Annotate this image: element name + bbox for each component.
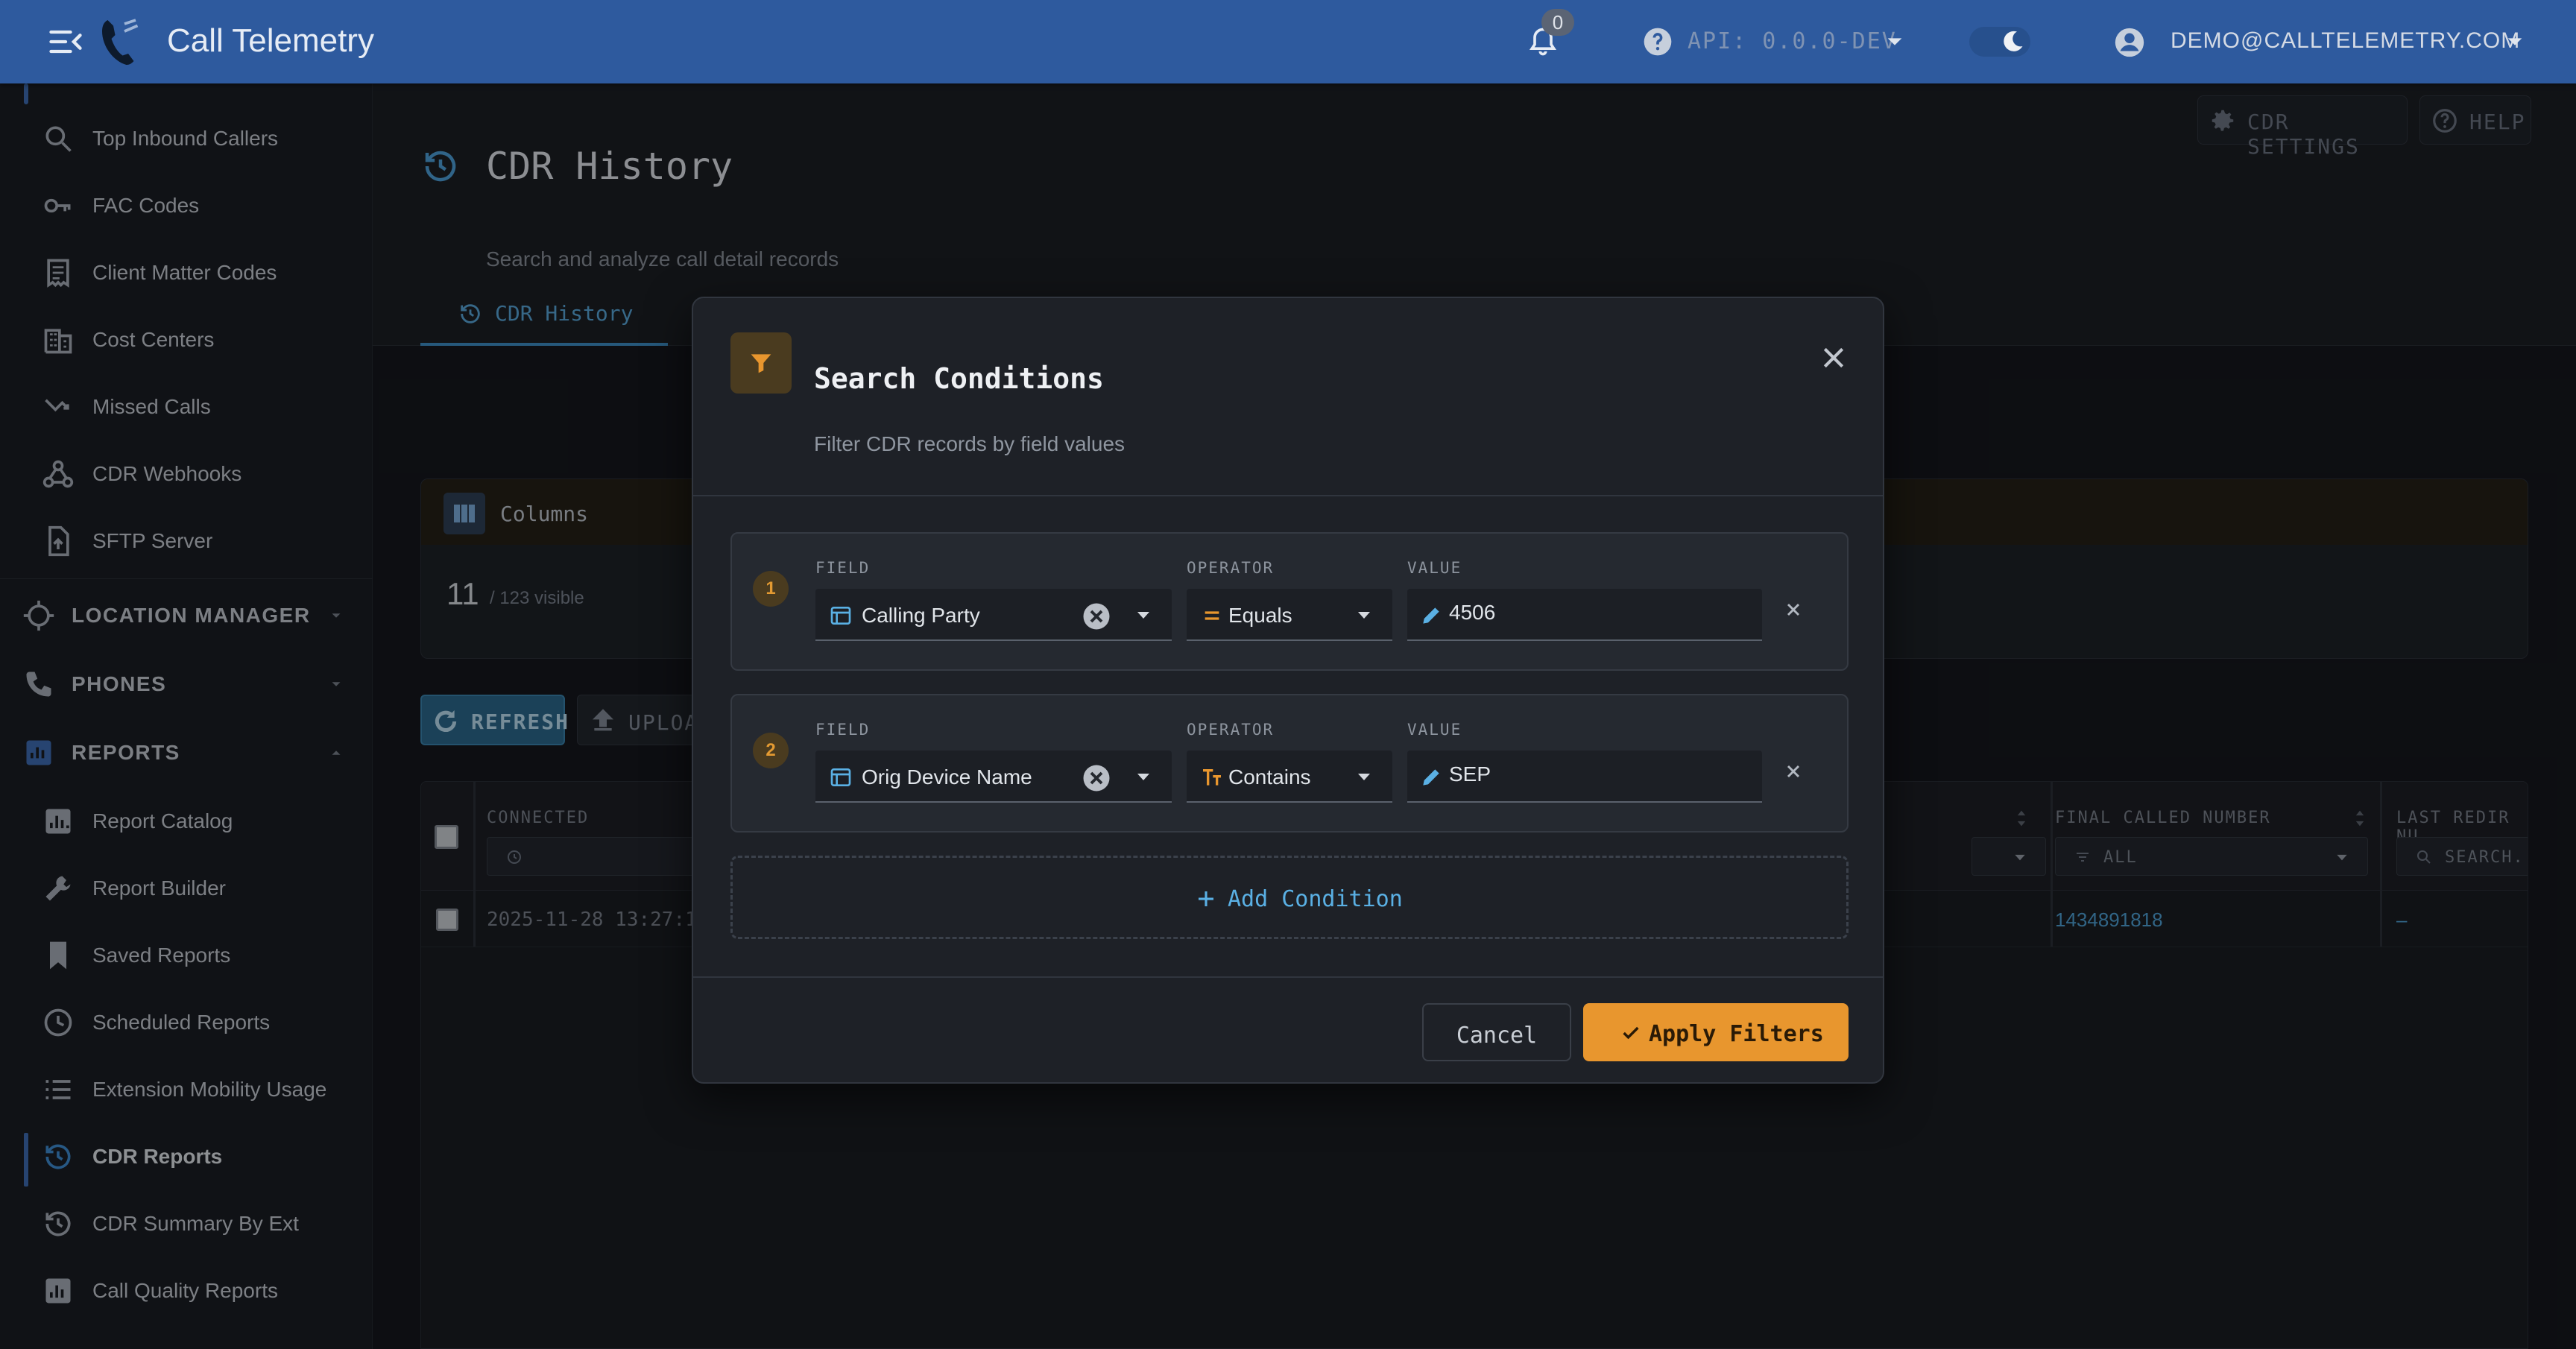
button-label: Cancel [1456,1023,1538,1049]
chevron-down-icon[interactable] [1884,33,1905,51]
field-select[interactable]: Calling Party [815,589,1172,641]
remove-condition-icon[interactable] [1783,599,1804,620]
app-title: Call Telemetry [167,22,374,59]
add-condition-button[interactable]: Add Condition [730,856,1849,939]
field-caption: FIELD [815,559,871,577]
top-bar: Call Telemetry 0 API: 0.0.0-DEV DEMO@CAL… [0,0,2576,83]
text-format-icon [1203,769,1221,786]
filter-badge [730,332,792,394]
condition-number: 2 [753,733,789,768]
dialog-footer: Cancel Apply Filters [693,976,1883,1082]
field-table-icon [830,768,851,786]
dialog-subtitle: Filter CDR records by field values [814,432,1126,455]
operator-caption: OPERATOR [1187,721,1275,739]
clear-icon[interactable] [1081,601,1112,632]
remove-condition-icon[interactable] [1783,761,1804,782]
operator-value: Contains [1228,765,1311,789]
chevron-down-icon[interactable] [1134,771,1152,783]
chevron-down-icon[interactable] [1134,610,1152,622]
value-caption: VALUE [1407,721,1462,739]
operator-caption: OPERATOR [1187,559,1275,577]
button-label: Apply Filters [1649,1021,1824,1047]
value-text: SEP [1449,762,1491,786]
notification-badge: 0 [1541,9,1574,36]
dialog-header: Search Conditions Filter CDR records by … [693,298,1883,496]
value-input[interactable]: SEP [1407,751,1762,803]
chevron-down-icon[interactable] [2504,33,2525,51]
phone-logo-icon [102,19,139,65]
user-account-icon[interactable] [2112,25,2147,60]
condition-number: 1 [753,571,789,607]
operator-select[interactable]: Equals [1187,589,1392,641]
condition-row: 1 FIELD OPERATOR VALUE Calling Party Equ… [730,532,1849,671]
apply-filters-button[interactable]: Apply Filters [1583,1003,1849,1061]
equals-icon [1205,611,1219,620]
operator-select[interactable]: Contains [1187,751,1392,803]
plus-icon [1199,891,1213,906]
value-input[interactable]: 4506 [1407,589,1762,641]
field-select[interactable]: Orig Device Name [815,751,1172,803]
value-caption: VALUE [1407,559,1462,577]
field-caption: FIELD [815,721,871,739]
operator-value: Equals [1228,604,1292,627]
condition-row: 2 FIELD OPERATOR VALUE Orig Device Name … [730,694,1849,833]
clear-icon[interactable] [1081,762,1112,794]
close-icon[interactable] [1819,343,1849,373]
value-text: 4506 [1449,601,1496,624]
cancel-button[interactable]: Cancel [1422,1003,1571,1061]
dialog-title: Search Conditions [814,362,1104,395]
search-conditions-dialog: Search Conditions Filter CDR records by … [692,297,1884,1084]
field-value: Calling Party [862,604,980,627]
field-table-icon [830,607,851,625]
user-email[interactable]: DEMO@CALLTELEMETRY.COM [2171,28,2520,54]
field-value: Orig Device Name [862,765,1032,789]
check-icon [1623,1026,1639,1040]
help-circle-icon[interactable] [1641,25,1674,58]
moon-icon [2004,31,2023,51]
pencil-icon [1423,769,1439,786]
chevron-down-icon[interactable] [1355,610,1373,622]
api-version-label[interactable]: API: 0.0.0-DEV [1688,28,1897,54]
chevron-down-icon[interactable] [1355,771,1373,783]
filter-funnel-icon [751,354,771,373]
button-label: Add Condition [1228,886,1403,912]
menu-collapse-icon[interactable] [46,22,85,61]
pencil-icon [1423,607,1439,624]
